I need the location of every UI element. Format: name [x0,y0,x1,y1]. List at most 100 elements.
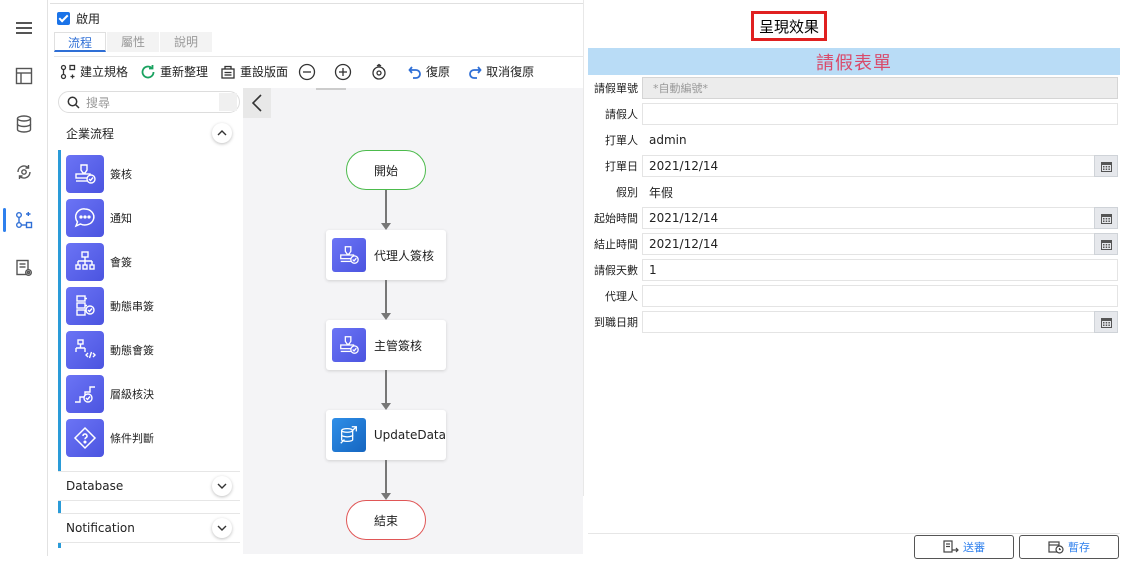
flow-node-update-data[interactable]: UpdateData [326,410,446,460]
form-row-creator: 打單人 admin [588,129,1120,151]
fit-view-button[interactable] [366,60,392,84]
undo-label: 復原 [426,65,451,79]
end-time-field[interactable]: 2021/12/14 [642,233,1118,255]
flow-edge [381,190,391,230]
build-spec-button[interactable]: 建立規格 [54,60,134,84]
refresh-icon [141,64,155,78]
zoom-out-button[interactable] [294,60,320,84]
palette-item-notify[interactable]: 通知 [66,199,132,237]
reorganize-button[interactable]: 重新整理 [134,60,214,84]
flow-node-end[interactable]: 結束 [346,500,426,540]
field-value: *自動編號* [653,82,708,95]
create-date-field[interactable]: 2021/12/14 [642,155,1118,177]
sync-settings-icon[interactable] [12,160,36,184]
app-root: 啟用 流程 屬性 說明 建立規格 重新整理 重設版面 復原 取消復原 搜尋 企業… [0,0,1124,586]
proxy-field[interactable] [642,285,1118,307]
field-label: 假別 [616,186,638,199]
flow-node-start-label: 開始 [373,163,398,178]
tab-flow[interactable]: 流程 [54,32,106,52]
group-business-process[interactable]: 企業流程 [58,118,240,148]
collapse-palette-button[interactable] [243,88,271,118]
form-row-create-date: 打單日 2021/12/14 [588,155,1120,177]
palette-item-condition[interactable]: 條件判斷 [66,419,154,457]
search-icon [67,96,80,109]
flow-edge [381,460,391,500]
editor-tabs: 流程 屬性 說明 [54,32,213,52]
chevron-down-icon[interactable] [212,518,232,538]
field-label: 代理人 [605,290,638,303]
request-no-field: *自動編號* [642,77,1118,99]
database-icon[interactable] [12,112,36,136]
tab-properties[interactable]: 屬性 [107,32,159,52]
chevron-down-icon[interactable] [212,476,232,496]
group-notification[interactable]: Notification [58,513,240,543]
form-footer-divider [588,533,1120,534]
redo-button[interactable]: 取消復原 [462,60,540,84]
build-spec-label: 建立規格 [80,65,129,79]
reset-layout-button[interactable]: 重設版面 [214,60,294,84]
calendar-icon[interactable] [1094,233,1118,255]
palette-item-approve[interactable]: 簽核 [66,155,132,193]
menu-icon[interactable] [12,16,36,40]
palette-item-dynamic-countersign[interactable]: 動態會簽 [66,331,154,369]
flow-node-manager-approve[interactable]: 主管簽核 [326,320,446,370]
leave-type-field[interactable]: 年假 [642,181,1118,203]
applicant-field[interactable] [642,103,1118,125]
palette-item-label: 會簽 [110,256,132,269]
form-row-leave-type: 假別 年假 [588,181,1120,203]
form-row-request-no: 請假單號 *自動編號* [588,77,1120,99]
field-label: 請假人 [605,108,638,121]
flow-canvas[interactable]: 開始 代理人簽核 主管簽核 UpdateData 結束 [243,88,583,554]
field-label: 結止時間 [594,238,638,251]
field-label: 請假天數 [594,264,638,277]
form-row-applicant: 請假人 [588,103,1120,125]
form-settings-icon[interactable] [12,256,36,280]
field-value: 2021/12/14 [649,237,719,251]
stamp-check-icon [332,328,366,362]
form-row-start-time: 起始時間 2021/12/14 [588,207,1120,229]
build-spec-icon [60,64,76,79]
layout-icon[interactable] [12,64,36,88]
onboard-date-field[interactable] [642,311,1118,333]
database-update-icon [332,418,366,452]
flow-node-proxy-approve[interactable]: 代理人簽核 [326,230,446,280]
calendar-icon[interactable] [1094,155,1118,177]
flow-node-start[interactable]: 開始 [346,150,426,190]
undo-button[interactable]: 復原 [402,60,456,84]
rail-active-indicator [3,208,6,232]
stamp-check-icon [332,238,366,272]
palette-item-dynamic-serial[interactable]: 動態串簽 [66,287,154,325]
group-notification-label: Notification [66,521,135,535]
zoom-in-button[interactable] [330,60,356,84]
field-label: 起始時間 [594,212,638,225]
form-row-leave-days: 請假天數 1 [588,259,1120,281]
send-for-approval-button[interactable]: 送審 [914,535,1014,559]
canvas-scrollbar[interactable] [316,88,346,90]
field-label: 請假單號 [594,82,638,95]
editor-right-border [583,0,584,496]
flow-node-label: UpdateData [373,428,446,442]
start-time-field[interactable]: 2021/12/14 [642,207,1118,229]
palette-item-label: 條件判斷 [110,432,154,445]
search-scroll-stub [219,93,237,111]
calendar-icon[interactable] [1094,311,1118,333]
group-database[interactable]: Database [58,471,240,501]
tab-description[interactable]: 說明 [160,32,212,52]
palette-search[interactable]: 搜尋 [58,91,240,113]
workflow-icon[interactable] [12,208,36,232]
field-label: 打單人 [605,134,638,147]
chevron-left-icon [252,94,262,112]
calendar-icon[interactable] [1094,207,1118,229]
enable-checkbox[interactable] [57,11,70,25]
chevron-up-icon[interactable] [212,123,232,143]
component-palette: 搜尋 企業流程 簽核 通知 會簽 動態串簽 動態會簽 層級核決 條件判斷 Dat… [54,88,240,556]
diamond-question-icon [66,419,104,457]
palette-item-countersign[interactable]: 會簽 [66,243,132,281]
save-draft-button[interactable]: 暫存 [1019,535,1119,559]
chat-bubble-icon [66,199,104,237]
leave-days-field[interactable]: 1 [642,259,1118,281]
reset-layout-label: 重設版面 [240,65,289,79]
palette-item-level-approval[interactable]: 層級核決 [66,375,154,413]
creator-field: admin [642,129,1118,151]
flow-node-label: 主管簽核 [374,338,423,353]
